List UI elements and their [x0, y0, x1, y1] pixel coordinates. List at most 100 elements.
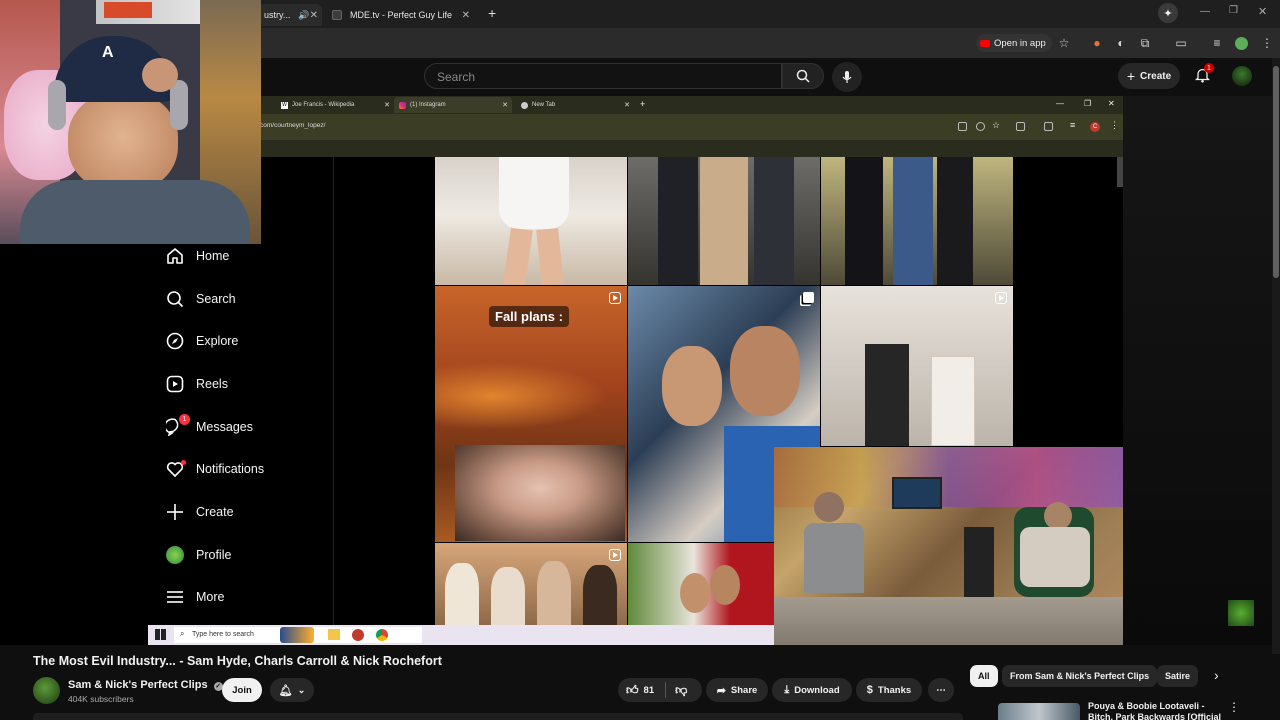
bookmark-star-icon[interactable]: ☆ [1055, 34, 1073, 52]
ig-nav-reels[interactable]: Reels [166, 372, 228, 396]
close-icon[interactable]: ✕ [384, 101, 390, 109]
ig-nav-messages[interactable]: 1 Messages [166, 414, 253, 439]
ig-nav-notifications[interactable]: Notifications [166, 457, 264, 481]
url-field[interactable]: com/courtneym_lopez/ [260, 122, 325, 129]
ig-nav-profile[interactable]: Profile [166, 543, 231, 567]
profile-avatar-icon[interactable] [1232, 34, 1250, 52]
nav-label: Search [196, 292, 236, 306]
channel-avatar[interactable] [33, 677, 60, 704]
install-icon[interactable] [958, 122, 967, 131]
media-icon[interactable]: ≡ [1070, 120, 1075, 130]
file-explorer-icon[interactable] [328, 629, 340, 640]
search-input[interactable]: Search [424, 63, 782, 89]
carousel-icon [803, 292, 814, 303]
channel-watermark[interactable] [1228, 600, 1254, 626]
video-title: The Most Evil Industry... - Sam Hyde, Ch… [33, 654, 442, 668]
more-vert-icon[interactable]: ⋮ [1228, 700, 1240, 714]
audio-icon[interactable]: 🔊 [298, 10, 309, 21]
extension-icon[interactable] [1016, 122, 1025, 131]
plus-icon: + [1126, 68, 1136, 84]
zoom-icon[interactable] [976, 122, 985, 131]
download-button[interactable]: ⤓ Download [772, 678, 852, 702]
new-tab-icon[interactable]: + [488, 5, 496, 21]
instagram-icon [399, 101, 406, 109]
minimize-icon[interactable]: — [1200, 6, 1210, 17]
maximize-icon[interactable]: ❐ [1084, 99, 1091, 108]
gemini-icon[interactable]: ✦ [1158, 3, 1178, 23]
thanks-button[interactable]: $ Thanks [856, 678, 922, 702]
ig-nav-search[interactable]: Search [166, 287, 236, 311]
inner-page-scrollbar[interactable] [1117, 157, 1123, 187]
ig-nav-more[interactable]: More [166, 585, 224, 609]
chip-from-channel[interactable]: From Sam & Nick's Perfect Clips [1002, 665, 1158, 687]
avatar[interactable] [1232, 66, 1252, 86]
heart-icon [166, 460, 186, 478]
extension-icon[interactable]: ◐ [1112, 34, 1130, 52]
create-button[interactable]: + Create [1118, 63, 1180, 89]
more-actions-button[interactable]: ⋯ [928, 678, 954, 702]
extension-icon[interactable]: ● [1088, 34, 1106, 52]
windows-start-icon[interactable] [155, 629, 166, 640]
like-button[interactable]: 👍︎ 81 [626, 683, 654, 698]
notifications-button[interactable]: 1 [1190, 63, 1214, 87]
close-window-icon[interactable]: ✕ [1258, 5, 1267, 18]
minimize-icon[interactable]: — [1056, 99, 1064, 108]
post-thumbnail[interactable] [435, 543, 627, 625]
nav-label: Create [196, 505, 234, 519]
scrollbar-thumb[interactable] [1273, 66, 1279, 278]
browser-tab-active[interactable]: ustry... 🔊 ✕ [258, 4, 322, 26]
ig-nav-home[interactable]: Home [166, 244, 229, 268]
post-thumbnail[interactable] [628, 157, 820, 285]
post-thumbnail[interactable] [435, 157, 627, 285]
media-icon[interactable]: ≡ [1208, 34, 1226, 52]
open-in-app-button[interactable]: Open in app [976, 34, 1052, 52]
chip-all[interactable]: All [970, 665, 998, 687]
menu-dots-icon[interactable]: ⋮ [1110, 120, 1119, 131]
close-icon[interactable]: ✕ [462, 10, 470, 21]
post-thumbnail[interactable] [628, 543, 774, 625]
post-thumbnail[interactable] [821, 286, 1013, 446]
search-button[interactable] [782, 63, 824, 89]
bookmark-star-icon[interactable]: ☆ [992, 120, 1000, 131]
sidebar-icon[interactable] [1044, 122, 1053, 131]
thumbs-down-icon[interactable]: 👎︎ [675, 683, 687, 698]
close-icon[interactable]: ✕ [310, 10, 318, 21]
new-tab-icon[interactable]: + [640, 99, 645, 109]
puzzle-icon[interactable]: ⧉ [1136, 34, 1154, 52]
hamburger-icon [166, 588, 184, 606]
inner-tab[interactable]: W Joe Francis - Wikipedia ✕ [276, 97, 394, 113]
chip-satire[interactable]: Satire [1157, 665, 1199, 687]
ig-nav-explore[interactable]: Explore [166, 329, 238, 353]
share-button[interactable]: ➦ Share [706, 678, 768, 702]
wikipedia-icon: W [281, 101, 288, 109]
cast-icon[interactable]: ▭ [1172, 34, 1190, 52]
recommended-title[interactable]: Pouya & Boobie Lootaveli - Bitch, Park B… [1088, 701, 1230, 720]
join-button[interactable]: Join [222, 678, 262, 702]
close-icon[interactable]: ✕ [624, 101, 630, 109]
channel-name[interactable]: Sam & Nick's Perfect Clips ✓ [68, 679, 223, 691]
inner-tab-active[interactable]: (1) Instagram ✕ [394, 97, 512, 113]
ig-nav-create[interactable]: Create [166, 500, 234, 524]
post-thumbnail[interactable] [821, 157, 1013, 285]
thanks-label: Thanks [877, 684, 912, 696]
reel-icon [609, 292, 621, 304]
home-icon [166, 247, 184, 265]
search-icon [166, 290, 184, 308]
chrome-icon[interactable] [376, 629, 388, 641]
close-window-icon[interactable]: ✕ [1108, 99, 1115, 108]
inner-tab[interactable]: New Tab ✕ [516, 97, 634, 113]
page-scrollbar[interactable] [1272, 58, 1280, 654]
menu-dots-icon[interactable]: ⋮ [1258, 34, 1276, 52]
description-box[interactable] [33, 713, 963, 720]
voice-search-button[interactable] [832, 62, 862, 92]
browser-tab[interactable]: MDE.tv - Perfect Guy Life ✕ [326, 4, 476, 26]
close-icon[interactable]: ✕ [502, 101, 508, 109]
profile-avatar-icon[interactable]: C [1090, 122, 1100, 132]
maximize-icon[interactable]: ❐ [1229, 5, 1238, 16]
taskbar-app-icon[interactable] [280, 627, 314, 643]
chevron-right-icon[interactable]: › [1214, 667, 1219, 683]
subscribed-notifications-button[interactable]: 🔔︎ ⌄ [270, 678, 314, 702]
recommended-thumbnail[interactable] [998, 703, 1080, 720]
taskbar-app-icon[interactable] [352, 629, 364, 641]
notification-dot [181, 460, 186, 465]
